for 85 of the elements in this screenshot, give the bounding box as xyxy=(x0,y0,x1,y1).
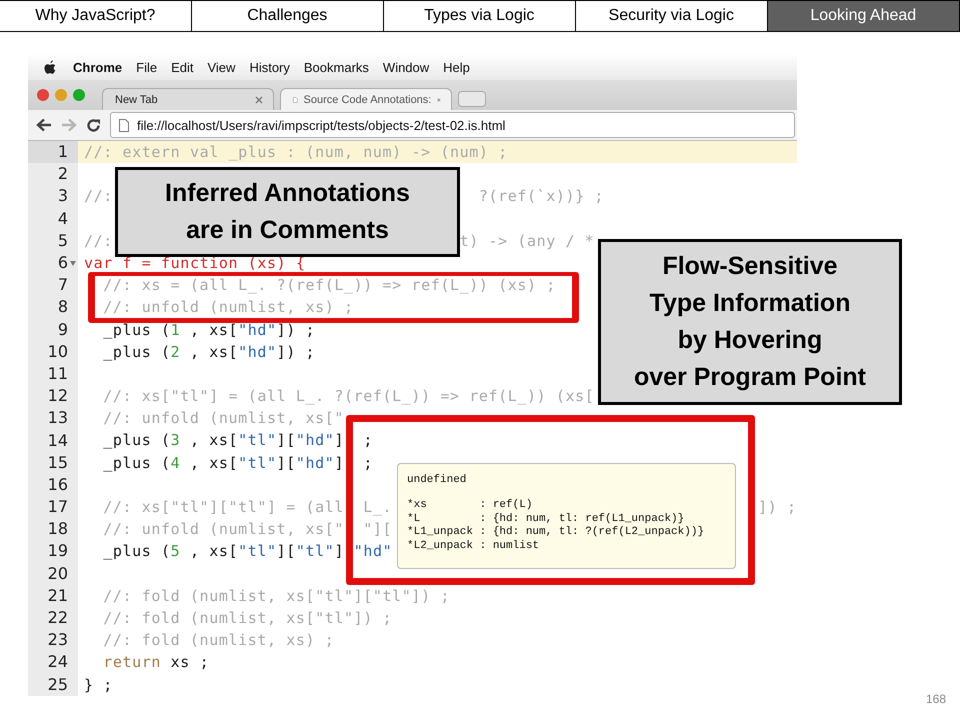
line-number: 25 xyxy=(48,674,68,696)
code-text: //: xyxy=(84,230,113,252)
line-number: 2 xyxy=(58,163,68,186)
line-number: 23 xyxy=(48,629,68,652)
type-binding: *L : {hd: num, tl: ref(L1_unpack)} xyxy=(407,512,686,526)
menu-item[interactable]: View xyxy=(207,60,236,75)
menu-item[interactable]: Chrome xyxy=(73,60,122,75)
page-number: 168 xyxy=(926,692,946,706)
fold-icon[interactable] xyxy=(70,260,76,266)
line-number: 1 xyxy=(58,141,68,164)
line-number: 20 xyxy=(48,562,68,585)
code-text: //: unfold (numlist, xs[" xyxy=(103,408,344,430)
line-number: 22 xyxy=(48,607,68,630)
nav-tab[interactable]: Why JavaScript? xyxy=(0,0,192,32)
line-number: 7 xyxy=(58,274,68,296)
code-text: "hd" xyxy=(354,541,392,562)
code-text: t) -> (any / * xyxy=(460,230,594,252)
code-text: //: unfold (numlist, xs[" xyxy=(103,519,344,540)
line-number: 9 xyxy=(58,318,68,341)
line-number: 5 xyxy=(58,230,68,252)
nav-tab[interactable]: Types via Logic xyxy=(382,0,576,32)
callout-text: Flow-Sensitive Type Information by Hovering over Program Point xyxy=(598,239,902,405)
line-number: 19 xyxy=(48,540,68,562)
line-number: 11 xyxy=(48,362,68,385)
code-text: _plus (4 , xs["tl"]["hd"] xyxy=(103,452,344,474)
tooltip-title: undefined xyxy=(407,474,468,486)
menu-item[interactable]: Edit xyxy=(171,60,194,75)
line-number: 13 xyxy=(48,407,68,430)
nav-tab[interactable]: Looking Ahead xyxy=(766,0,960,32)
code-text: _plus (5 , xs["tl"]["tl"] xyxy=(103,541,344,562)
code-text: _plus (1 , xs["hd"]) ; xyxy=(103,320,316,340)
nav-tab[interactable]: Security via Logic xyxy=(574,0,768,32)
line-number: 16 xyxy=(48,474,68,496)
page-icon xyxy=(119,118,129,132)
line-number: 10 xyxy=(48,340,68,363)
line-number: 14 xyxy=(48,430,68,452)
menu-item[interactable]: Help xyxy=(443,60,470,75)
code-text: ?(ref(`x))} ; xyxy=(478,186,604,208)
line-number: 21 xyxy=(48,584,68,607)
menu-item[interactable]: Bookmarks xyxy=(304,60,369,75)
line-number: 3 xyxy=(58,185,68,208)
code-text: //: xs["tl"]["tl"] = (all xyxy=(103,497,344,518)
reload-icon[interactable] xyxy=(86,118,101,132)
code-text: return xs ; xyxy=(103,652,210,674)
browser-tab[interactable]: New Tab xyxy=(102,88,274,110)
code-text: ; xyxy=(363,430,373,452)
code-text: L_. xyxy=(363,497,392,518)
menu-item[interactable]: History xyxy=(249,60,290,75)
address-bar[interactable]: file://localhost/Users/ravi/impscript/tests/objects-2/test-02.is.html xyxy=(110,112,795,138)
line-number: 17 xyxy=(48,496,68,518)
line-number: 12 xyxy=(48,385,68,408)
line-number: 4 xyxy=(58,208,68,230)
code-text: //: xyxy=(84,186,113,208)
callout-text: Inferred Annotations are in Comments xyxy=(115,167,460,257)
line-number: 24 xyxy=(48,651,68,674)
line-number: 18 xyxy=(48,518,68,540)
code-text: //: fold (numlist, xs) ; xyxy=(103,630,334,652)
line-number: 15 xyxy=(48,452,68,474)
type-binding: *L2_unpack : numlist xyxy=(407,540,540,553)
nav-tab[interactable]: Challenges xyxy=(190,0,384,32)
code-text: //: extern val _plus : (num, num) -> (num) ; xyxy=(84,142,508,163)
type-binding: *L1_unpack : {hd: num, tl: ?(ref(L2_unpack))} xyxy=(407,526,706,540)
new-tab-button[interactable] xyxy=(458,91,486,107)
line-number: 6 xyxy=(58,252,68,274)
type-binding: *xs : ref(L) xyxy=(407,499,534,512)
code-text: ]) ; xyxy=(758,497,797,518)
code-text: //: xs = (all L_. ?(ref(L_)) => ref(L_)) (xs) ; xyxy=(103,275,556,296)
code-text: //: xs["tl"] = (all L_. ?(ref(L_)) => ref(L_)) (xs[ xyxy=(103,386,594,408)
menu-item[interactable]: File xyxy=(136,60,158,75)
line-number: 8 xyxy=(58,296,68,318)
code-text: ; xyxy=(363,452,373,474)
code-text: //: fold (numlist, xs["tl"]["tl"]) ; xyxy=(103,586,450,607)
apple-icon[interactable] xyxy=(44,60,57,75)
menu-item[interactable]: Window xyxy=(382,60,430,75)
close-icon[interactable] xyxy=(437,96,441,104)
code-text: //: fold (numlist, xs["tl"]) ; xyxy=(103,608,392,629)
code-text: } ; xyxy=(84,674,113,696)
window-controls-icon[interactable] xyxy=(36,88,86,102)
browser-tab[interactable]: Source Code Annotations: xyxy=(280,88,452,110)
code-text: _plus (3 , xs["tl"]["hd"] xyxy=(103,430,344,452)
code-text: //: unfold (numlist, xs) ; xyxy=(103,297,354,318)
back-arrow-icon[interactable] xyxy=(36,118,52,132)
close-icon[interactable] xyxy=(255,96,263,104)
code-text: _plus (2 , xs["hd"]) ; xyxy=(103,342,316,363)
code-text: "][ xyxy=(363,519,392,540)
